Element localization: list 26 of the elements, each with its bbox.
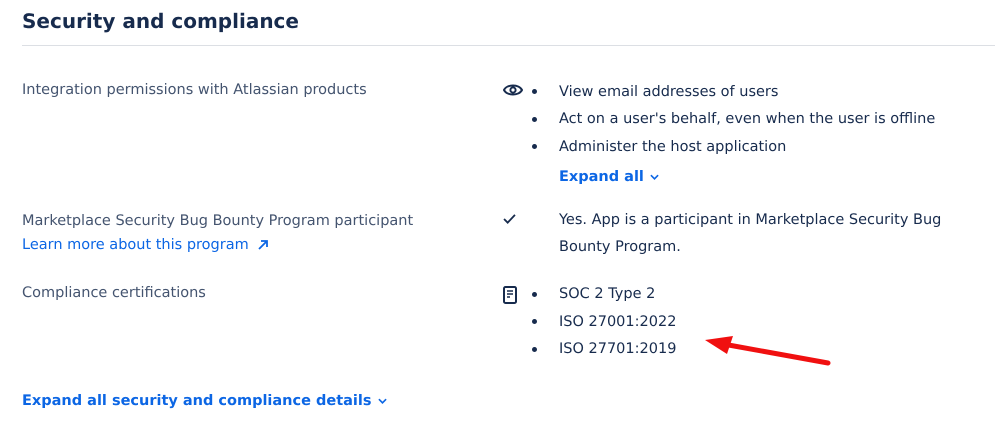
bullet-icon	[532, 89, 537, 94]
eye-icon	[503, 83, 523, 97]
bullet-icon	[532, 144, 537, 150]
learn-more-link[interactable]: Learn more about this program	[22, 232, 269, 256]
chevron-down-icon	[650, 174, 659, 180]
list-item: ISO 27001:2022	[559, 314, 676, 330]
expand-details-link[interactable]: Expand all security and compliance details	[22, 389, 386, 413]
answer-text: Yes. App is a participant in Marketplace Security Bug Bounty Program.	[558, 210, 942, 256]
list-item: Act on a user's behalf, even when the user is offline	[559, 111, 936, 128]
row-label: Marketplace Security Bug Bounty Program participant	[22, 212, 414, 230]
row-label: Compliance certifications	[22, 284, 207, 302]
bullet-icon	[532, 292, 537, 297]
bullet-icon	[532, 346, 537, 352]
bullet-icon	[532, 319, 537, 324]
list-item: Administer the host application	[559, 138, 786, 155]
section-title: Security and compliance	[22, 8, 300, 35]
list-item: ISO 27701:2019	[559, 341, 676, 358]
chevron-down-icon	[378, 398, 386, 404]
check-icon	[503, 214, 516, 224]
row-label: Integration permissions with Atlassian products	[22, 81, 368, 100]
list-item: View email addresses of users	[559, 84, 778, 100]
document-icon	[503, 286, 517, 304]
external-link-icon	[256, 238, 269, 250]
bullet-icon	[532, 116, 537, 122]
expand-all-link[interactable]: Expand all	[559, 164, 659, 188]
list-item: SOC 2 Type 2	[559, 286, 656, 302]
